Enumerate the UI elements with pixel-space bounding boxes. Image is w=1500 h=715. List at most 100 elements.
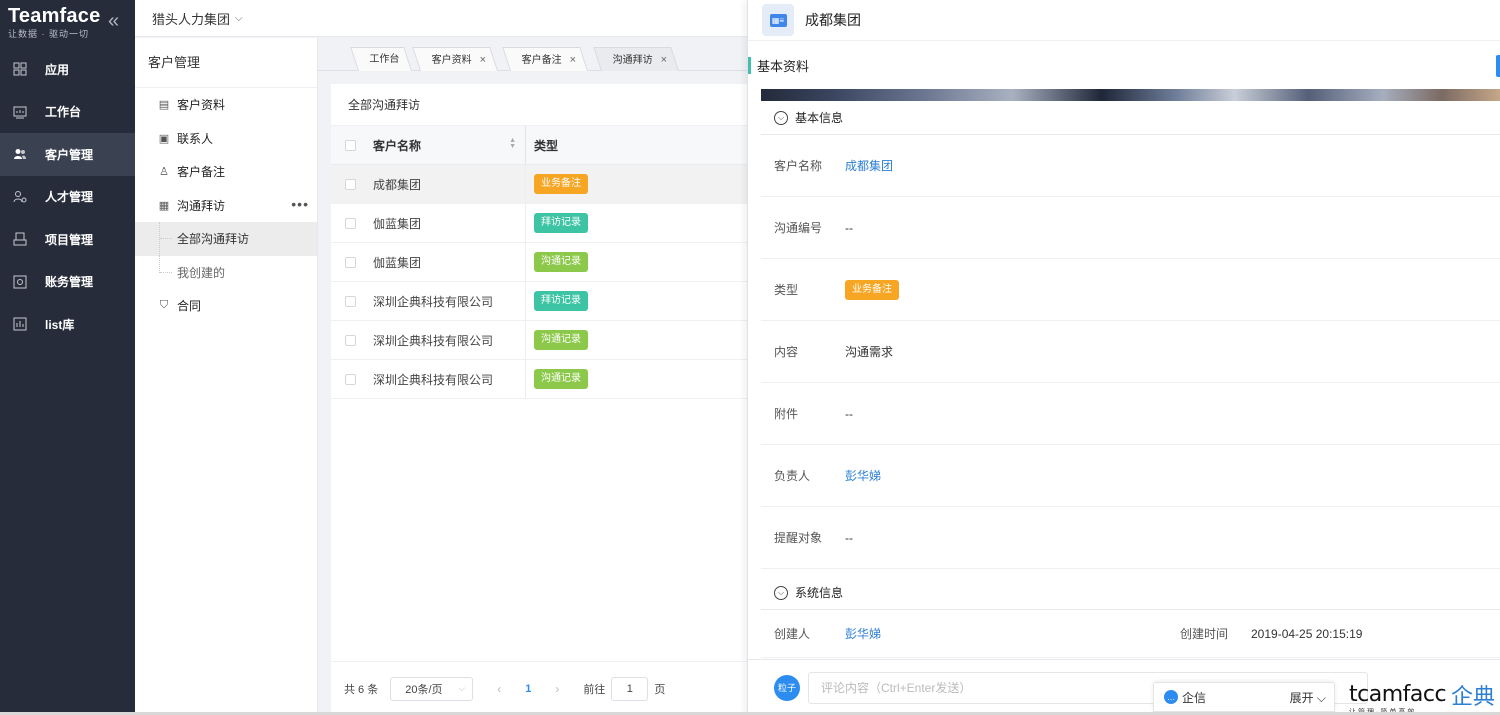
visits-table-panel: 全部沟通拜访 客户名称 ▲ ▼ 类型 成都集团 业务备注 伽蓝集团 拜访记录 伽蓝集团 沟通…	[331, 84, 747, 715]
nav-item-finance[interactable]: 账务管理	[0, 261, 135, 304]
tab-visits[interactable]: 沟通拜访 ×	[593, 47, 680, 71]
section-accent	[748, 56, 751, 74]
type-tag: 沟通记录	[534, 252, 588, 272]
creator-row: 创建人 彭华娣 创建时间 2019-04-25 20:15:19	[761, 610, 1500, 658]
field-row: 负责人 彭华娣	[761, 445, 1500, 507]
type-tag: 沟通记录	[534, 330, 588, 350]
prev-page-button[interactable]: ‹	[497, 682, 501, 696]
cell-name: 伽蓝集团	[331, 243, 526, 281]
type-tag: 业务备注	[534, 174, 588, 194]
header-label: 客户名称	[373, 138, 422, 153]
customer-name[interactable]: 伽蓝集团	[373, 254, 421, 271]
field-label: 附件	[774, 407, 799, 421]
field-label: 类型	[774, 283, 799, 297]
nav-item-apps[interactable]: 应用	[0, 48, 135, 91]
customer-name[interactable]: 深圳企典科技有限公司	[373, 293, 493, 310]
basic-data-tab[interactable]: 基本资料	[748, 41, 1500, 89]
nav-label: list库	[45, 317, 75, 332]
sidebar-item-label: 全部沟通拜访	[177, 232, 250, 247]
org-switcher[interactable]: 猎头人力集团 ⌵	[135, 0, 747, 37]
col-header-name[interactable]: 客户名称 ▲ ▼	[331, 126, 526, 164]
page-size-select[interactable]: 20条/页 ⌵	[390, 676, 474, 701]
table-row[interactable]: 伽蓝集团 拜访记录	[331, 204, 747, 243]
module-sidebar: 客户管理 ▤ 客户资料 ▣ 联系人 ♙ 客户备注 ▦ 沟通拜访 ••• 全部沟通…	[135, 38, 318, 715]
nav-item-workbench[interactable]: 工作台	[0, 91, 135, 134]
field-value[interactable]: 彭华娣	[845, 467, 881, 484]
sidebar-item-customer-info[interactable]: ▤ 客户资料	[135, 88, 317, 122]
sidebar-item-all-visits[interactable]: 全部沟通拜访	[135, 222, 317, 256]
sidebar-item-label: 客户资料	[177, 98, 226, 113]
main-nav: Teamface 让数据 · 驱动一切 « 应用 工作台 客户管理 人才管理 项…	[0, 0, 135, 715]
customer-name[interactable]: 成都集团	[373, 176, 421, 193]
field-row: 类型 业务备注	[761, 259, 1500, 321]
contact-card-icon: ▣	[158, 132, 170, 145]
creator-link[interactable]: 彭华娣	[845, 625, 1167, 642]
customer-name[interactable]: 深圳企典科技有限公司	[373, 332, 493, 349]
nav-item-projects[interactable]: 项目管理	[0, 218, 135, 261]
watermark-logo: tcamfacc 企典 让管理·简单高效	[1349, 684, 1500, 715]
page-number[interactable]: 1	[525, 683, 531, 695]
scroll-indicator	[1496, 55, 1500, 77]
customer-name[interactable]: 深圳企典科技有限公司	[373, 371, 493, 388]
table-row[interactable]: 深圳企典科技有限公司 沟通记录	[331, 360, 747, 399]
sort-icon[interactable]: ▲ ▼	[509, 137, 516, 150]
field-label: 提醒对象	[774, 531, 823, 545]
sidebar-item-visits[interactable]: ▦ 沟通拜访 •••	[135, 189, 317, 223]
goto-page-input[interactable]: 1	[611, 676, 649, 701]
table-row[interactable]: 深圳企典科技有限公司 拜访记录	[331, 282, 747, 321]
tab-label: 工作台	[369, 54, 400, 65]
avatar: 粒子	[774, 674, 800, 701]
row-checkbox[interactable]	[345, 178, 356, 190]
row-checkbox[interactable]	[345, 334, 356, 346]
table-header: 客户名称 ▲ ▼ 类型	[331, 126, 747, 165]
users-icon	[12, 146, 28, 162]
close-icon[interactable]: ×	[661, 54, 667, 66]
created-time: 2019-04-25 20:15:19	[1251, 626, 1363, 641]
collapse-nav-icon[interactable]: «	[108, 10, 119, 33]
chat-widget[interactable]: … 企信 展开 ⌵	[1153, 682, 1335, 712]
row-checkbox[interactable]	[345, 295, 356, 307]
cell-type: 沟通记录	[526, 252, 588, 272]
table-row[interactable]: 伽蓝集团 沟通记录	[331, 243, 747, 282]
nav-label: 工作台	[45, 105, 82, 120]
close-icon[interactable]: ×	[480, 54, 486, 66]
tab-workbench[interactable]: 工作台	[350, 47, 412, 71]
nav-label: 账务管理	[45, 275, 94, 290]
more-options-icon[interactable]: •••	[291, 196, 309, 212]
sidebar-item-my-created[interactable]: 我创建的	[135, 255, 317, 290]
select-all-checkbox[interactable]	[345, 139, 356, 151]
nav-item-talent[interactable]: 人才管理	[0, 176, 135, 219]
type-tag: 拜访记录	[534, 213, 588, 233]
row-checkbox[interactable]	[345, 217, 356, 229]
customer-name[interactable]: 伽蓝集团	[373, 215, 421, 232]
row-checkbox[interactable]	[345, 373, 356, 385]
next-page-button[interactable]: ›	[555, 682, 559, 696]
brand-logo: Teamface 让数据 · 驱动一切 «	[0, 0, 135, 48]
field-value: --	[845, 220, 853, 235]
sidebar-item-contacts[interactable]: ▣ 联系人	[135, 122, 317, 156]
section-basic-info[interactable]: ⌵ 基本信息	[761, 101, 1500, 135]
sidebar-item-contract[interactable]: ⛉ 合同	[135, 289, 317, 323]
document-icon: ▤	[158, 99, 170, 112]
field-value[interactable]: 成都集团	[845, 157, 893, 174]
detail-header: ▦≡ 成都集团	[748, 0, 1500, 41]
type-tag: 沟通记录	[534, 369, 588, 389]
table-row[interactable]: 深圳企典科技有限公司 沟通记录	[331, 321, 747, 360]
tab-customer-notes[interactable]: 客户备注 ×	[502, 47, 589, 71]
row-checkbox[interactable]	[345, 256, 356, 268]
watermark-cn: 企典	[1451, 684, 1496, 709]
sidebar-item-label: 客户备注	[177, 165, 226, 180]
close-icon[interactable]: ×	[570, 54, 576, 66]
nav-label: 客户管理	[45, 147, 94, 162]
tab-customer-info[interactable]: 客户资料 ×	[412, 47, 499, 71]
field-label: 内容	[774, 345, 799, 359]
nav-label: 项目管理	[45, 232, 94, 247]
nav-item-list[interactable]: list库	[0, 303, 135, 346]
chat-expand-button[interactable]: 展开 ⌵	[1290, 689, 1326, 706]
org-name: 猎头人力集团	[152, 11, 231, 27]
section-system-info[interactable]: ⌵ 系统信息	[761, 576, 1500, 610]
nav-item-customers[interactable]: 客户管理	[0, 133, 135, 176]
table-row[interactable]: 成都集团 业务备注	[331, 165, 747, 204]
cell-name: 深圳企典科技有限公司	[331, 282, 526, 320]
sidebar-item-customer-notes[interactable]: ♙ 客户备注	[135, 155, 317, 189]
